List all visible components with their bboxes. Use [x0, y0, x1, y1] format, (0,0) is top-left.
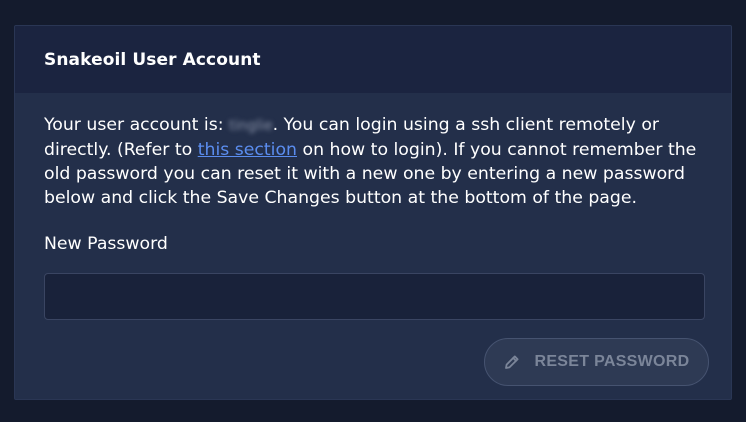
- card-title: Snakeoil User Account: [44, 49, 261, 70]
- this-section-link[interactable]: this section: [198, 140, 297, 160]
- user-account-card: Snakeoil User Account Your user account …: [14, 25, 732, 400]
- new-password-input[interactable]: [44, 273, 705, 320]
- card-header: Snakeoil User Account: [15, 26, 731, 93]
- account-description: Your user account is: tinglie. You can l…: [44, 113, 706, 210]
- card-body: Your user account is: tinglie. You can l…: [15, 93, 731, 386]
- username-blurred: tinglie: [229, 118, 273, 134]
- reset-password-button[interactable]: RESET PASSWORD: [484, 338, 709, 386]
- reset-password-label: RESET PASSWORD: [534, 353, 690, 370]
- pencil-icon: [503, 353, 521, 371]
- new-password-label: New Password: [44, 234, 168, 254]
- actions-row: RESET PASSWORD: [44, 338, 709, 386]
- description-prefix: Your user account is:: [44, 115, 230, 135]
